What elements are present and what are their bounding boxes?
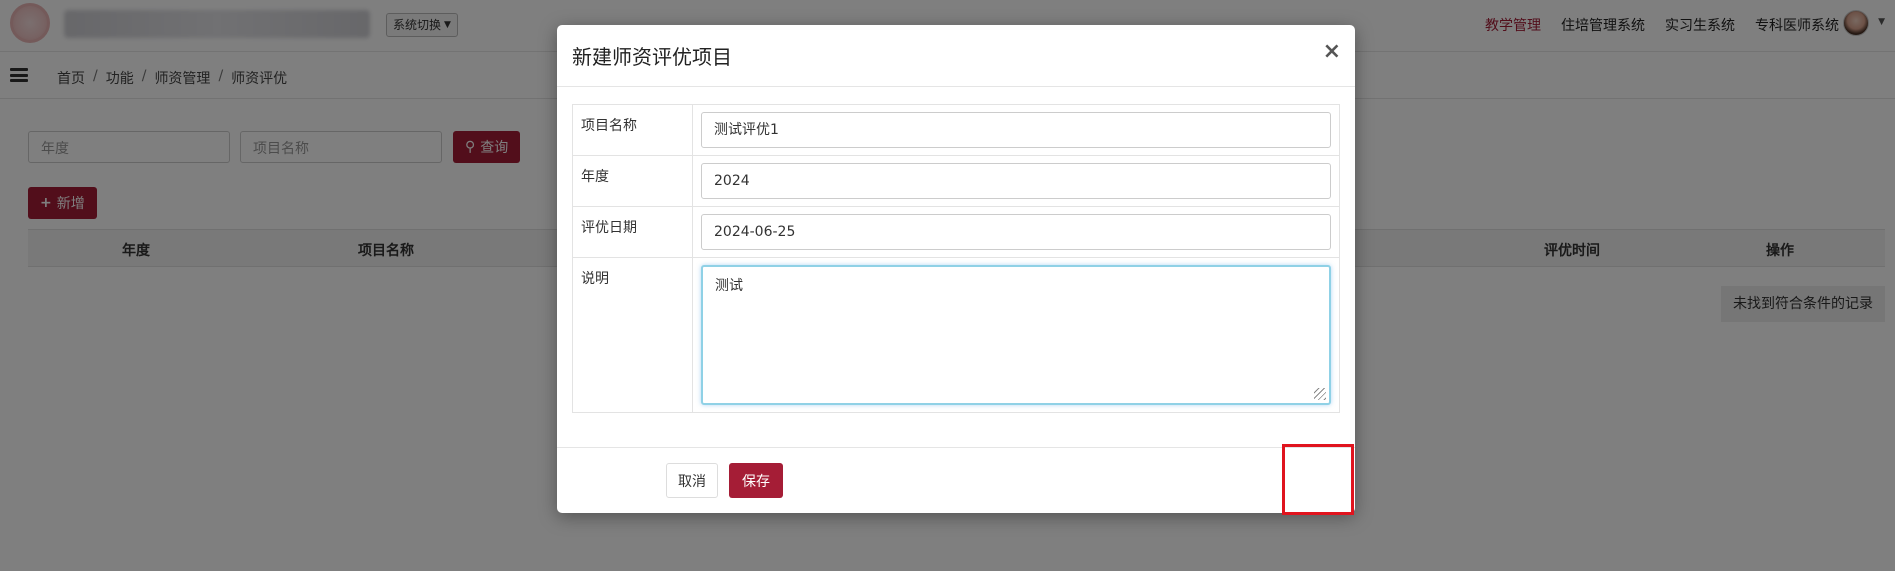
project-form: 项目名称 测试评优1 年度 2024 评优日期 2024-06-25 说明 测试 bbox=[572, 104, 1340, 413]
form-row-description: 说明 测试 bbox=[572, 257, 1340, 413]
form-row-evaluation-date: 评优日期 2024-06-25 bbox=[572, 206, 1340, 258]
dialog-header: 新建师资评优项目 × bbox=[557, 25, 1355, 87]
dialog-title: 新建师资评优项目 bbox=[572, 45, 732, 69]
save-button[interactable]: 保存 bbox=[729, 463, 783, 498]
description-text: 测试 bbox=[715, 278, 743, 294]
form-row-year: 年度 2024 bbox=[572, 155, 1340, 207]
evaluation-date-input[interactable]: 2024-06-25 bbox=[701, 214, 1331, 250]
description-textarea[interactable]: 测试 bbox=[701, 265, 1331, 405]
year-label: 年度 bbox=[572, 155, 693, 207]
project-name-input[interactable]: 测试评优1 bbox=[701, 112, 1331, 148]
close-icon[interactable]: × bbox=[1323, 39, 1341, 64]
evaluation-date-label: 评优日期 bbox=[572, 206, 693, 258]
project-name-label: 项目名称 bbox=[572, 104, 693, 156]
resize-handle-icon[interactable] bbox=[1314, 388, 1326, 400]
form-row-project-name: 项目名称 测试评优1 bbox=[572, 104, 1340, 156]
description-label: 说明 bbox=[572, 257, 693, 413]
cancel-button[interactable]: 取消 bbox=[666, 463, 718, 498]
new-evaluation-project-dialog: 新建师资评优项目 × 项目名称 测试评优1 年度 2024 评优日期 2024-… bbox=[557, 25, 1355, 513]
year-input[interactable]: 2024 bbox=[701, 163, 1331, 199]
